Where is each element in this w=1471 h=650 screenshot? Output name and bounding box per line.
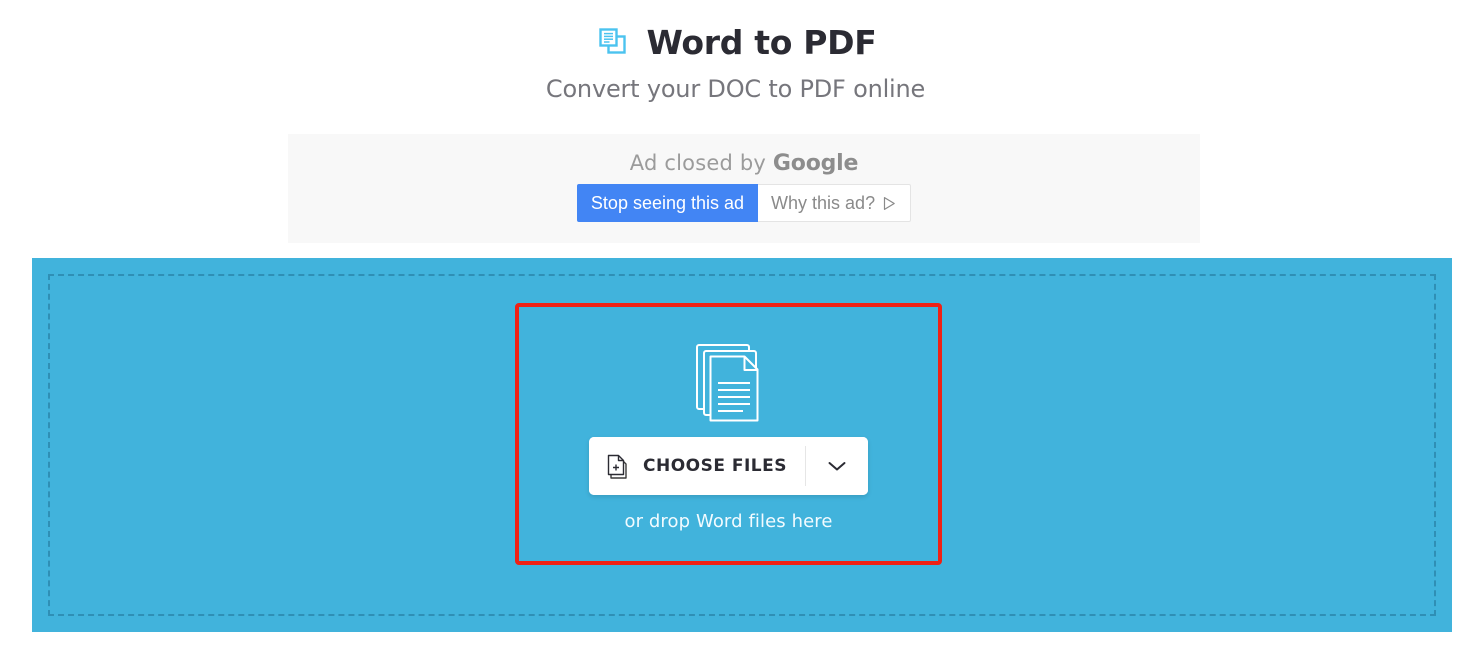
adchoices-triangle-icon bbox=[882, 196, 897, 211]
dropzone-content: CHOOSE FILES or drop Word files here bbox=[515, 303, 942, 565]
title-row: Word to PDF bbox=[0, 0, 1471, 70]
google-ad-panel: Ad closed by Google Stop seeing this ad … bbox=[288, 134, 1200, 243]
why-this-ad-label: Why this ad? bbox=[771, 193, 876, 213]
drop-hint-text: or drop Word files here bbox=[624, 511, 833, 532]
stop-seeing-this-ad-button[interactable]: Stop seeing this ad bbox=[576, 184, 759, 222]
document-plus-icon bbox=[607, 453, 630, 480]
ad-action-buttons: Stop seeing this ad Why this ad? bbox=[576, 184, 912, 222]
word-to-pdf-convert-icon bbox=[594, 23, 632, 61]
ad-closed-text: Ad closed by Google bbox=[629, 151, 859, 176]
choose-files-button[interactable]: CHOOSE FILES bbox=[589, 437, 805, 495]
ad-closed-prefix: Ad closed by bbox=[629, 151, 773, 175]
why-this-ad-button[interactable]: Why this ad? bbox=[758, 184, 912, 222]
chevron-down-icon bbox=[827, 460, 847, 472]
choose-files-label: CHOOSE FILES bbox=[642, 456, 787, 476]
choose-files-dropdown-button[interactable] bbox=[806, 437, 868, 495]
page-header: Word to PDF Convert your DOC to PDF onli… bbox=[0, 0, 1471, 104]
page-subtitle: Convert your DOC to PDF online bbox=[545, 75, 926, 103]
document-stack-icon bbox=[683, 336, 775, 428]
page-title: Word to PDF bbox=[646, 22, 877, 62]
choose-files-button-group: CHOOSE FILES bbox=[589, 437, 868, 495]
google-wordmark: Google bbox=[772, 151, 859, 176]
